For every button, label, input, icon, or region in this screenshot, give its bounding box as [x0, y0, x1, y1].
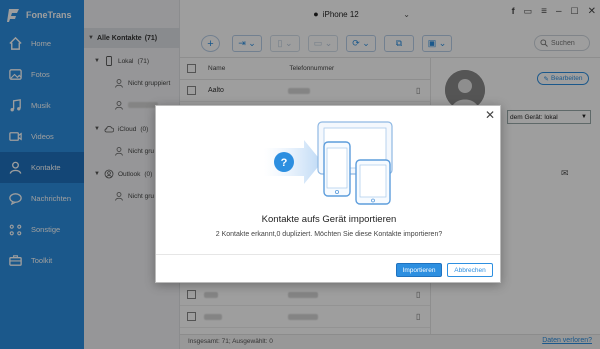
import-dialog: ✕ ? Kontakte aufs Gerät importieren 2 Ko…	[155, 105, 501, 283]
cancel-button[interactable]: Abbrechen	[447, 263, 493, 277]
dialog-footer: Importieren Abbrechen	[156, 254, 500, 283]
dialog-title: Kontakte aufs Gerät importieren	[261, 214, 397, 225]
import-devices-icon: ?	[264, 121, 393, 205]
import-confirm-button[interactable]: Importieren	[396, 263, 442, 277]
svg-text:?: ?	[281, 157, 288, 169]
close-icon[interactable]: ✕	[485, 108, 495, 122]
dialog-message: 2 Kontakte erkannt,0 dupliziert. Möchten…	[215, 231, 443, 238]
